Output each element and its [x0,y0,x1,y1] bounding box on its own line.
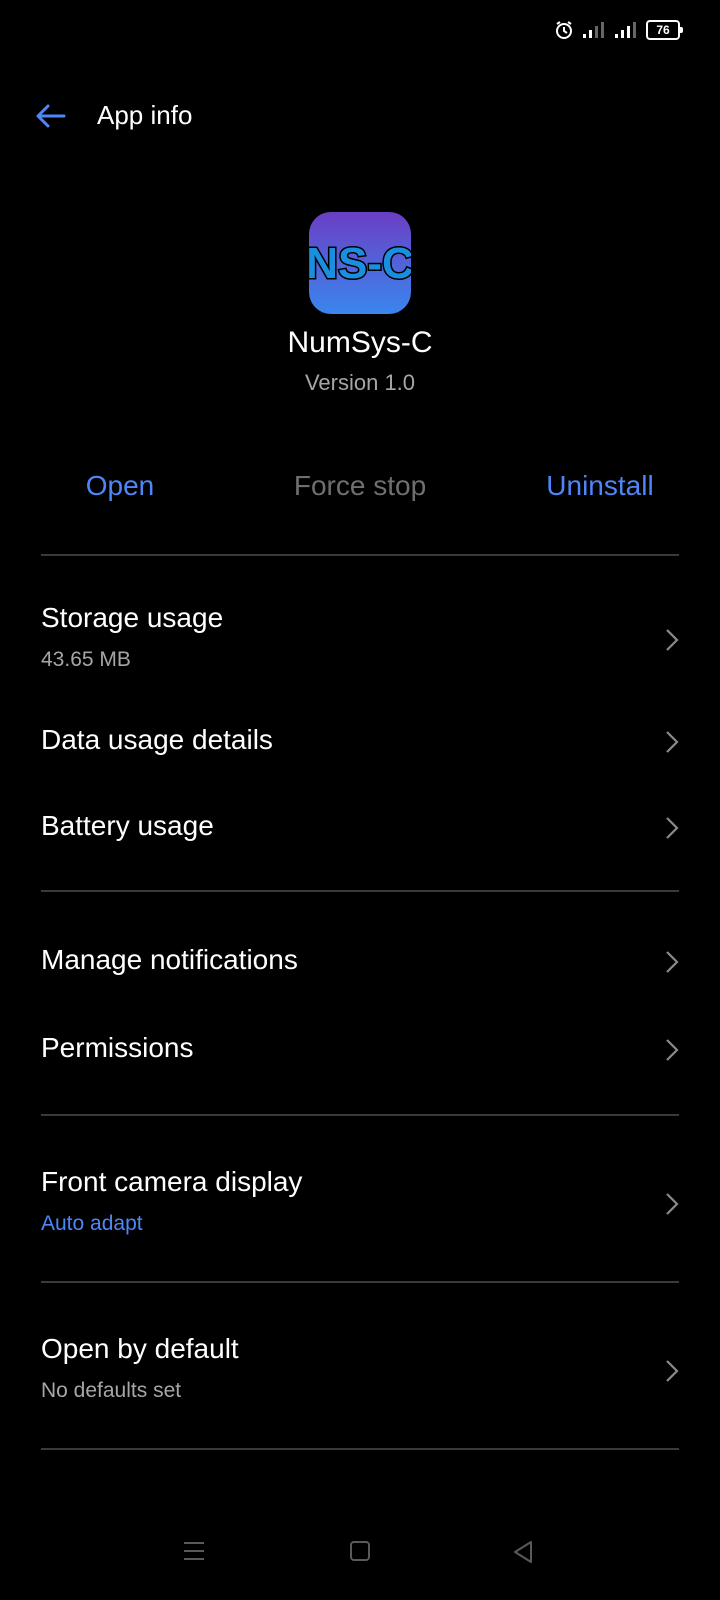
divider [41,1281,679,1283]
chevron-right-icon [666,951,679,973]
arrow-left-icon [36,104,66,128]
data-usage-title: Data usage details [41,724,273,755]
manage-notifications-title: Manage notifications [41,944,298,975]
storage-usage-item[interactable]: Storage usage 43.65 MB [41,602,679,682]
back-button[interactable] [30,98,70,134]
navigation-bar [0,1510,720,1600]
front-camera-display-item[interactable]: Front camera display Auto adapt [41,1166,679,1246]
storage-usage-title: Storage usage [41,602,224,633]
chevron-right-icon [666,1360,679,1382]
status-bar: 76 [0,0,720,60]
chevron-right-icon [666,629,679,651]
alarm-icon [556,21,572,39]
chevron-right-icon [666,731,679,753]
permissions-item[interactable]: Permissions [41,1032,679,1072]
header: App info [0,88,720,144]
app-version: Version 1.0 [304,370,416,395]
open-button[interactable]: Open [0,470,240,502]
storage-usage-value: 43.65 MB [41,648,131,671]
data-usage-item[interactable]: Data usage details [41,724,679,764]
app-name: NumSys-C [287,326,433,359]
chevron-right-icon [666,1193,679,1215]
manage-notifications-item[interactable]: Manage notifications [41,944,679,984]
divider [41,1448,679,1450]
force-stop-button[interactable]: Force stop [240,470,480,502]
signal-icon-2 [615,22,636,38]
divider [41,890,679,892]
app-icon: NS-C [309,212,411,314]
front-camera-display-title: Front camera display [41,1166,303,1197]
home-icon[interactable] [349,1540,371,1562]
permissions-title: Permissions [41,1032,194,1063]
status-icons: 76 [554,20,683,40]
chevron-right-icon [666,1039,679,1061]
front-camera-display-value: Auto adapt [41,1212,143,1235]
divider [41,554,679,556]
open-by-default-title: Open by default [41,1333,239,1364]
divider [41,1114,679,1116]
open-by-default-item[interactable]: Open by default No defaults set [41,1333,679,1413]
action-bar: Open Force stop Uninstall [0,470,720,510]
battery-icon: 76 [646,20,683,40]
battery-usage-title: Battery usage [41,810,214,841]
open-by-default-value: No defaults set [41,1379,182,1402]
page-title: App info [97,100,193,130]
app-icon-text: NS-C [309,239,411,288]
uninstall-button[interactable]: Uninstall [480,470,720,502]
back-triangle-icon[interactable] [512,1540,534,1564]
signal-icon-1 [583,22,604,38]
menu-icon[interactable] [182,1540,206,1562]
battery-usage-item[interactable]: Battery usage [41,810,679,850]
chevron-right-icon [666,817,679,839]
